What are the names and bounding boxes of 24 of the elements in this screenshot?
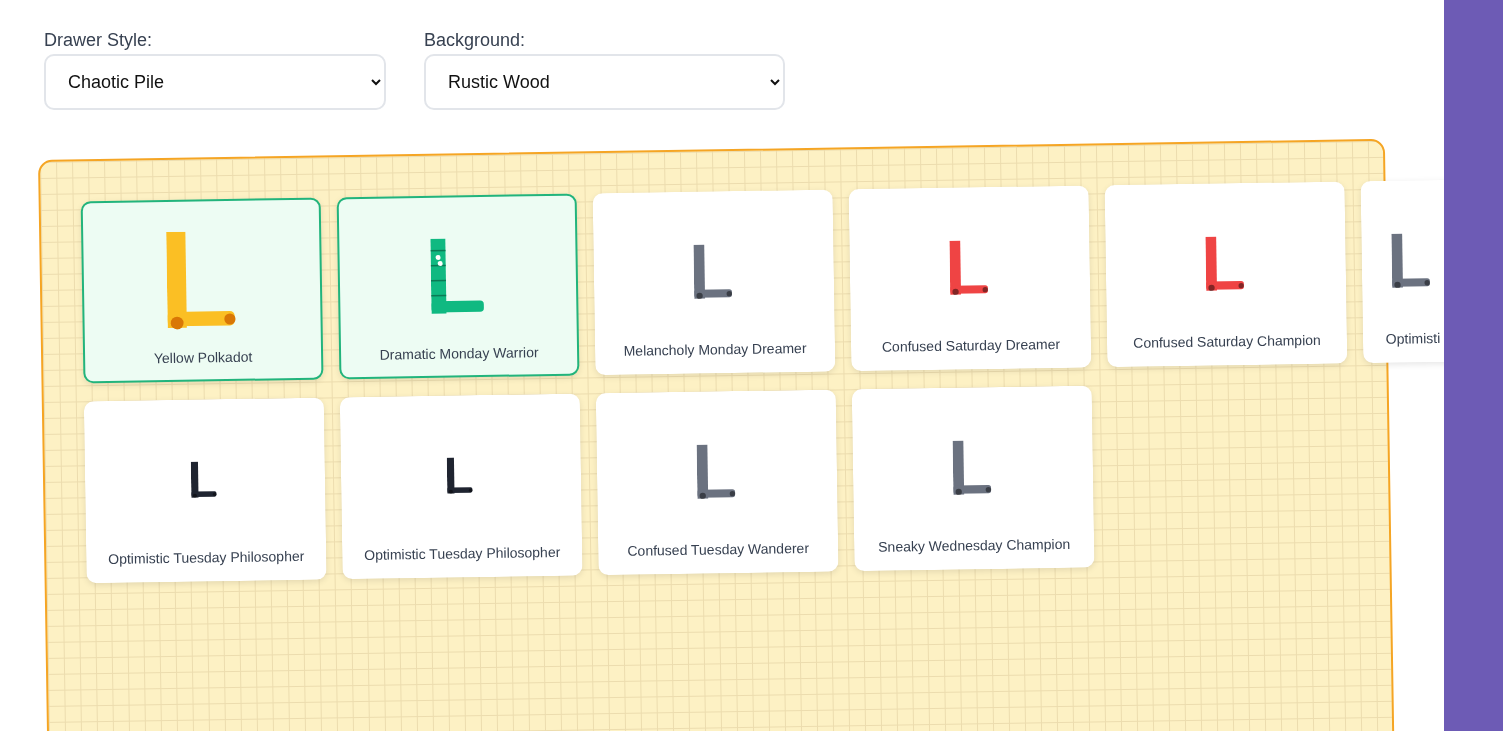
- sock-name: Confused Tuesday Wanderer: [627, 539, 810, 559]
- sock-name: Melancholy Monday Dreamer: [623, 339, 807, 359]
- sock-card[interactable]: Confused Tuesday Wanderer: [595, 389, 839, 576]
- sock-card[interactable]: Optimistic Tuesday Philosopher: [339, 393, 583, 580]
- sock-card[interactable]: Optimisti: [1360, 179, 1444, 364]
- dropdown[interactable]: Rustic Wood: [424, 54, 785, 110]
- sock-card[interactable]: Confused Saturday Champion: [1104, 181, 1348, 368]
- sock-card[interactable]: Dramatic Monday Warrior: [336, 193, 580, 380]
- sock-card[interactable]: Sneaky Wednesday Champion: [851, 385, 1095, 572]
- sock-name: Optimistic Tuesday Philosopher: [108, 547, 305, 567]
- sock-name: Confused Saturday Dreamer: [881, 335, 1061, 355]
- sock-card[interactable]: Confused Saturday Dreamer: [848, 185, 1092, 372]
- field-label: Background:: [424, 30, 527, 51]
- sock-name: Confused Saturday Champion: [1133, 331, 1321, 351]
- sock-card[interactable]: Optimistic Tuesday Philosopher: [83, 397, 327, 584]
- sock-name: Optimisti: [1385, 330, 1441, 347]
- sock-name: Optimistic Tuesday Philosopher: [364, 543, 561, 563]
- sock-card[interactable]: Melancholy Monday Dreamer: [592, 189, 836, 376]
- dropdown[interactable]: Chaotic Pile: [44, 54, 386, 110]
- sock-name: Sneaky Wednesday Champion: [878, 535, 1071, 555]
- sock-card[interactable]: Yellow Polkadot: [80, 197, 324, 384]
- sock-name: Dramatic Monday Warrior: [379, 344, 539, 363]
- field-label: Drawer Style:: [44, 30, 154, 51]
- sock-name: Yellow Polkadot: [153, 348, 253, 367]
